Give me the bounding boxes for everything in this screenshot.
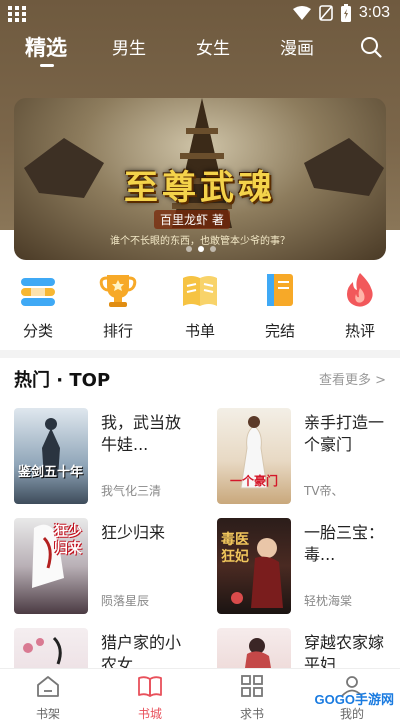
- book-title: 猎户家的小农女: [101, 633, 182, 668]
- promo-banner[interactable]: 至尊武魂 百里龙虾 著 谁个不长眼的东西，也敢管本少爷的事？: [14, 98, 386, 260]
- category-icon: [21, 278, 55, 306]
- tab-male[interactable]: 男生: [112, 34, 146, 59]
- book-cover: [217, 628, 291, 668]
- book-title: 我，武当放牛娃...: [101, 413, 182, 454]
- carousel-dot-active[interactable]: [198, 246, 204, 252]
- category-shortcuts: 分类 排行 书单 完结 热评: [0, 272, 400, 342]
- nav-bookstore[interactable]: 书城: [120, 675, 180, 720]
- open-book-icon: [183, 276, 217, 306]
- book-cover: [14, 628, 88, 668]
- flame-icon: [347, 273, 373, 307]
- book-author: 陨落星辰: [101, 594, 150, 608]
- shortcut-category[interactable]: 分类: [8, 272, 68, 341]
- book-title: 一胎三宝：毒...: [304, 523, 385, 564]
- tab-comics[interactable]: 漫画: [280, 34, 314, 59]
- book-card[interactable]: 毒医狂妃 一胎三宝：毒... 轻枕海棠: [217, 518, 400, 614]
- section-title: 热门 · TOP: [14, 370, 111, 391]
- cover-title: 一个豪门: [229, 474, 278, 488]
- nav-label: 书架: [35, 707, 60, 720]
- app-grid-icon: [8, 6, 26, 22]
- shortcut-booklist[interactable]: 书单: [170, 272, 230, 341]
- tab-featured[interactable]: 精选: [25, 32, 67, 62]
- banner-tagline: 谁个不长眼的东西，也敢管本少爷的事？: [110, 236, 290, 247]
- battery-icon: [340, 4, 351, 22]
- book-author: 轻枕海棠: [304, 594, 353, 608]
- channel-tabs: 精选 男生 女生 漫画: [0, 30, 400, 70]
- cover-figure-artwork: [42, 418, 60, 478]
- book-card[interactable]: 一个豪门 亲手打造一个豪门 TV帝、: [217, 408, 400, 504]
- book-cover: 毒医狂妃: [217, 518, 291, 614]
- cover-title: 毒医狂妃: [221, 532, 249, 565]
- nav-request-book[interactable]: 求书: [222, 675, 282, 720]
- banner-title: 至尊武魂: [124, 168, 276, 208]
- shortcut-hot-comments[interactable]: 热评: [330, 272, 390, 341]
- no-sim-icon: [319, 5, 333, 21]
- nav-label: 书城: [137, 707, 162, 720]
- book-author: 我气化三清: [101, 484, 162, 498]
- cover-title: 鉴剑五十年: [18, 465, 84, 480]
- nav-bookshelf[interactable]: 书架: [18, 675, 78, 720]
- search-icon[interactable]: [360, 36, 382, 58]
- shortcut-ranking[interactable]: 排行: [88, 272, 148, 341]
- carousel-dot[interactable]: [210, 246, 216, 252]
- site-watermark: GOGO手游网: [314, 692, 394, 707]
- tab-female[interactable]: 女生: [196, 34, 230, 59]
- shortcut-label: 完结: [264, 322, 295, 340]
- carousel-dot[interactable]: [186, 246, 192, 252]
- nav-label: 求书: [239, 707, 264, 720]
- cover-figure-artwork: [23, 636, 62, 665]
- view-more-link[interactable]: 查看更多 >: [319, 369, 386, 388]
- trophy-icon: [99, 275, 137, 307]
- bookshelf-icon: [37, 676, 59, 697]
- shortcut-label: 排行: [102, 322, 133, 340]
- book-author: TV帝、: [304, 484, 344, 498]
- book-cover: 狂少归来: [14, 518, 88, 614]
- grid-request-icon: [241, 675, 263, 697]
- book-cover: 一个豪门: [217, 408, 291, 504]
- bottom-navigation: 书架 书城 求书 我的 GOGO手游网: [0, 668, 400, 720]
- cover-figure-artwork: [245, 638, 271, 668]
- wifi-icon: [292, 6, 311, 20]
- book-card[interactable]: 穿越农家嫁平妇: [217, 628, 400, 668]
- shortcut-label: 热评: [344, 322, 375, 340]
- book-title: 亲手打造一个豪门: [304, 413, 385, 454]
- book-card[interactable]: 狂少归来 狂少归来 陨落星辰: [14, 518, 204, 614]
- bookstore-icon: [138, 676, 162, 697]
- shortcut-finished[interactable]: 完结: [250, 272, 310, 341]
- book-cover: 鉴剑五十年: [14, 408, 88, 504]
- active-tab-indicator: [40, 64, 54, 67]
- shortcut-label: 书单: [184, 322, 215, 340]
- section-divider: [0, 350, 400, 358]
- carousel-dots: [186, 246, 216, 252]
- banner-author: 百里龙虾 著: [154, 210, 230, 229]
- book-card[interactable]: 猎户家的小农女: [14, 628, 204, 668]
- cover-title: 狂少归来: [54, 524, 82, 557]
- status-bar: 3:03: [0, 0, 400, 28]
- book-title: 狂少归来: [101, 523, 166, 542]
- book-title: 穿越农家嫁平妇: [304, 633, 385, 668]
- finished-book-icon: [267, 274, 293, 306]
- shortcut-label: 分类: [22, 322, 53, 340]
- clock: 3:03: [358, 4, 390, 21]
- book-card[interactable]: 鉴剑五十年 我，武当放牛娃... 我气化三清: [14, 408, 204, 504]
- cover-figure-artwork: [240, 416, 268, 489]
